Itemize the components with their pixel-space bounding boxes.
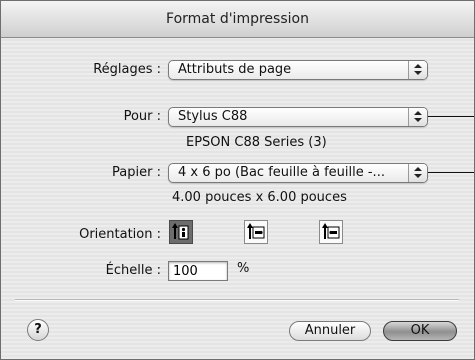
ok-button[interactable]: OK <box>383 321 457 341</box>
window-title: Format d'impression <box>1 1 474 38</box>
paper-popup[interactable]: 4 x 6 po (Bac feuille à feuille -... <box>168 163 428 183</box>
paper-value: 4 x 6 po (Bac feuille à feuille -... <box>178 165 385 180</box>
scale-unit: % <box>237 261 250 276</box>
cancel-button[interactable]: Annuler <box>289 321 371 341</box>
callout-line <box>428 172 474 173</box>
orientation-portrait-button[interactable] <box>169 220 193 244</box>
format-for-label: Pour : <box>123 109 161 124</box>
paper-dimensions: 4.00 pouces x 6.00 pouces <box>172 190 347 205</box>
callout-line <box>428 116 474 117</box>
orientation-label: Orientation : <box>79 227 161 242</box>
settings-popup[interactable]: Attributs de page <box>168 60 428 80</box>
separator <box>15 299 459 301</box>
orientation-landscape-right-button[interactable] <box>319 220 343 244</box>
scale-input[interactable] <box>168 261 228 281</box>
settings-label: Réglages : <box>93 62 161 77</box>
format-for-value: Stylus C88 <box>178 109 248 124</box>
landscape-left-icon <box>247 223 265 239</box>
popup-arrows-icon <box>408 61 427 79</box>
landscape-right-icon <box>322 223 340 239</box>
popup-arrows-icon <box>408 108 427 126</box>
paper-label: Papier : <box>112 165 161 180</box>
popup-arrows-icon <box>408 164 427 182</box>
format-for-popup[interactable]: Stylus C88 <box>168 107 428 127</box>
scale-label: Échelle : <box>105 263 161 278</box>
portrait-icon <box>172 223 189 240</box>
settings-value: Attributs de page <box>178 62 292 77</box>
printer-description: EPSON C88 Series (3) <box>186 135 327 150</box>
page-setup-dialog: Format d'impression Réglages : Attributs… <box>0 0 475 360</box>
orientation-landscape-left-button[interactable] <box>244 220 268 244</box>
help-button[interactable]: ? <box>27 319 49 341</box>
